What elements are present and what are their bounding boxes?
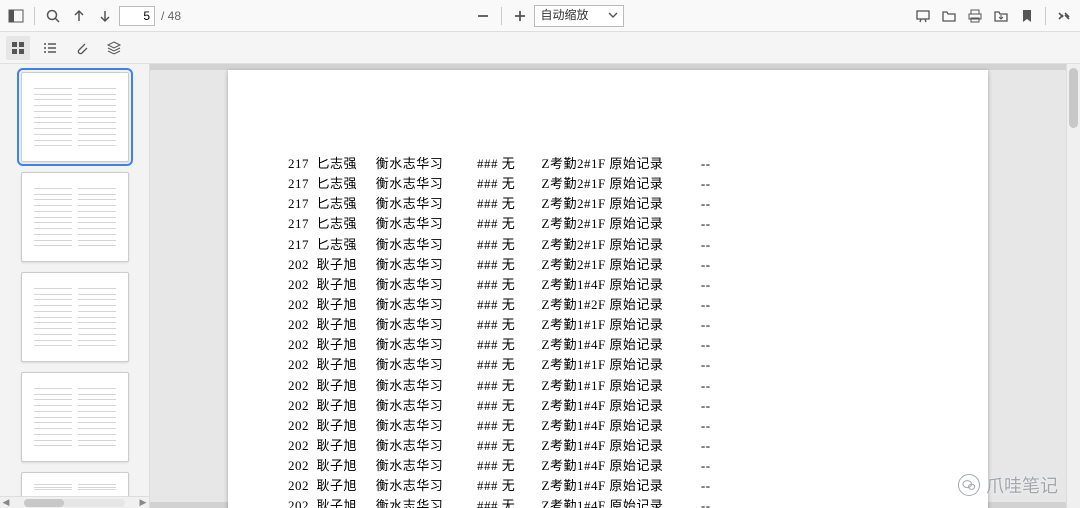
- table-row: 202 耿子旭 衡水志华习 ### 无 Z考勤1#1F 原始记录 --: [288, 376, 928, 396]
- tools-menu-button[interactable]: [1052, 4, 1076, 28]
- table-row: 202 耿子旭 衡水志华习 ### 无 Z考勤1#4F 原始记录 --: [288, 396, 928, 416]
- outline-view-button[interactable]: [38, 36, 62, 60]
- page-thumbnail[interactable]: [21, 172, 129, 262]
- separator: [34, 7, 35, 25]
- watermark-text: 爪哇笔记: [986, 472, 1058, 498]
- main-toolbar: / 48 自动缩放: [0, 0, 1080, 32]
- zoom-select[interactable]: 自动缩放: [534, 5, 624, 27]
- viewer-v-scrollbar[interactable]: [1066, 64, 1080, 508]
- table-row: 202 耿子旭 衡水志华习 ### 无 Z考勤1#2F 原始记录 --: [288, 295, 928, 315]
- find-button[interactable]: [41, 4, 65, 28]
- download-button[interactable]: [989, 4, 1013, 28]
- next-page-button[interactable]: [93, 4, 117, 28]
- separator: [501, 7, 502, 25]
- table-row: 202 耿子旭 衡水志华习 ### 无 Z考勤1#4F 原始记录 --: [288, 476, 928, 496]
- table-row: 202 耿子旭 衡水志华习 ### 无 Z考勤1#1F 原始记录 --: [288, 315, 928, 335]
- table-row: 217 匕志强 衡水志华习 ### 无 Z考勤2#1F 原始记录 --: [288, 214, 928, 234]
- table-row: 202 耿子旭 衡水志华习 ### 无 Z考勤1#4F 原始记录 --: [288, 275, 928, 295]
- table-row: 202 耿子旭 衡水志华习 ### 无 Z考勤2#1F 原始记录 --: [288, 255, 928, 275]
- bookmark-button[interactable]: [1015, 4, 1039, 28]
- table-row: 217 匕志强 衡水志华习 ### 无 Z考勤2#1F 原始记录 --: [288, 174, 928, 194]
- sidebar-toolbar: [0, 32, 1080, 64]
- presentation-button[interactable]: [911, 4, 935, 28]
- table-row: 202 耿子旭 衡水志华习 ### 无 Z考勤1#4F 原始记录 --: [288, 496, 928, 508]
- zoom-out-button[interactable]: [471, 4, 495, 28]
- sidebar-h-scrollbar[interactable]: ◀▶: [0, 496, 149, 508]
- print-button[interactable]: [963, 4, 987, 28]
- table-row: 217 匕志强 衡水志华习 ### 无 Z考勤2#1F 原始记录 --: [288, 194, 928, 214]
- watermark: 爪哇笔记: [958, 472, 1058, 498]
- layers-view-button[interactable]: [102, 36, 126, 60]
- wechat-icon: [958, 474, 980, 496]
- prev-page-button[interactable]: [67, 4, 91, 28]
- thumbnails-view-button[interactable]: [6, 36, 30, 60]
- page-total-label: / 48: [161, 9, 181, 23]
- table-row: 202 耿子旭 衡水志华习 ### 无 Z考勤1#1F 原始记录 --: [288, 355, 928, 375]
- zoom-select-value[interactable]: 自动缩放: [534, 5, 624, 27]
- page-thumbnail[interactable]: [21, 372, 129, 462]
- page-thumbnail[interactable]: [21, 72, 129, 162]
- table-row: 217 匕志强 衡水志华习 ### 无 Z考勤2#1F 原始记录 --: [288, 154, 928, 174]
- attachments-view-button[interactable]: [70, 36, 94, 60]
- table-row: 202 耿子旭 衡水志华习 ### 无 Z考勤1#4F 原始记录 --: [288, 416, 928, 436]
- viewer-body: ◀▶ 217 匕志强 衡水志华习 ### 无 Z考勤2#1F 原始记录 --21…: [0, 64, 1080, 508]
- table-row: 202 耿子旭 衡水志华习 ### 无 Z考勤1#4F 原始记录 --: [288, 436, 928, 456]
- thumbnail-sidebar: ◀▶: [0, 64, 150, 508]
- pdf-page: 217 匕志强 衡水志华习 ### 无 Z考勤2#1F 原始记录 --217 匕…: [228, 70, 988, 508]
- table-row: 202 耿子旭 衡水志华习 ### 无 Z考勤1#4F 原始记录 --: [288, 456, 928, 476]
- page-number-input[interactable]: [119, 6, 155, 26]
- page-thumbnail[interactable]: [21, 272, 129, 362]
- open-file-button[interactable]: [937, 4, 961, 28]
- separator: [1045, 7, 1046, 25]
- table-row: 202 耿子旭 衡水志华习 ### 无 Z考勤1#4F 原始记录 --: [288, 335, 928, 355]
- toggle-sidebar-button[interactable]: [4, 4, 28, 28]
- page-viewer[interactable]: 217 匕志强 衡水志华习 ### 无 Z考勤2#1F 原始记录 --217 匕…: [150, 64, 1066, 508]
- table-row: 217 匕志强 衡水志华习 ### 无 Z考勤2#1F 原始记录 --: [288, 235, 928, 255]
- zoom-in-button[interactable]: [508, 4, 532, 28]
